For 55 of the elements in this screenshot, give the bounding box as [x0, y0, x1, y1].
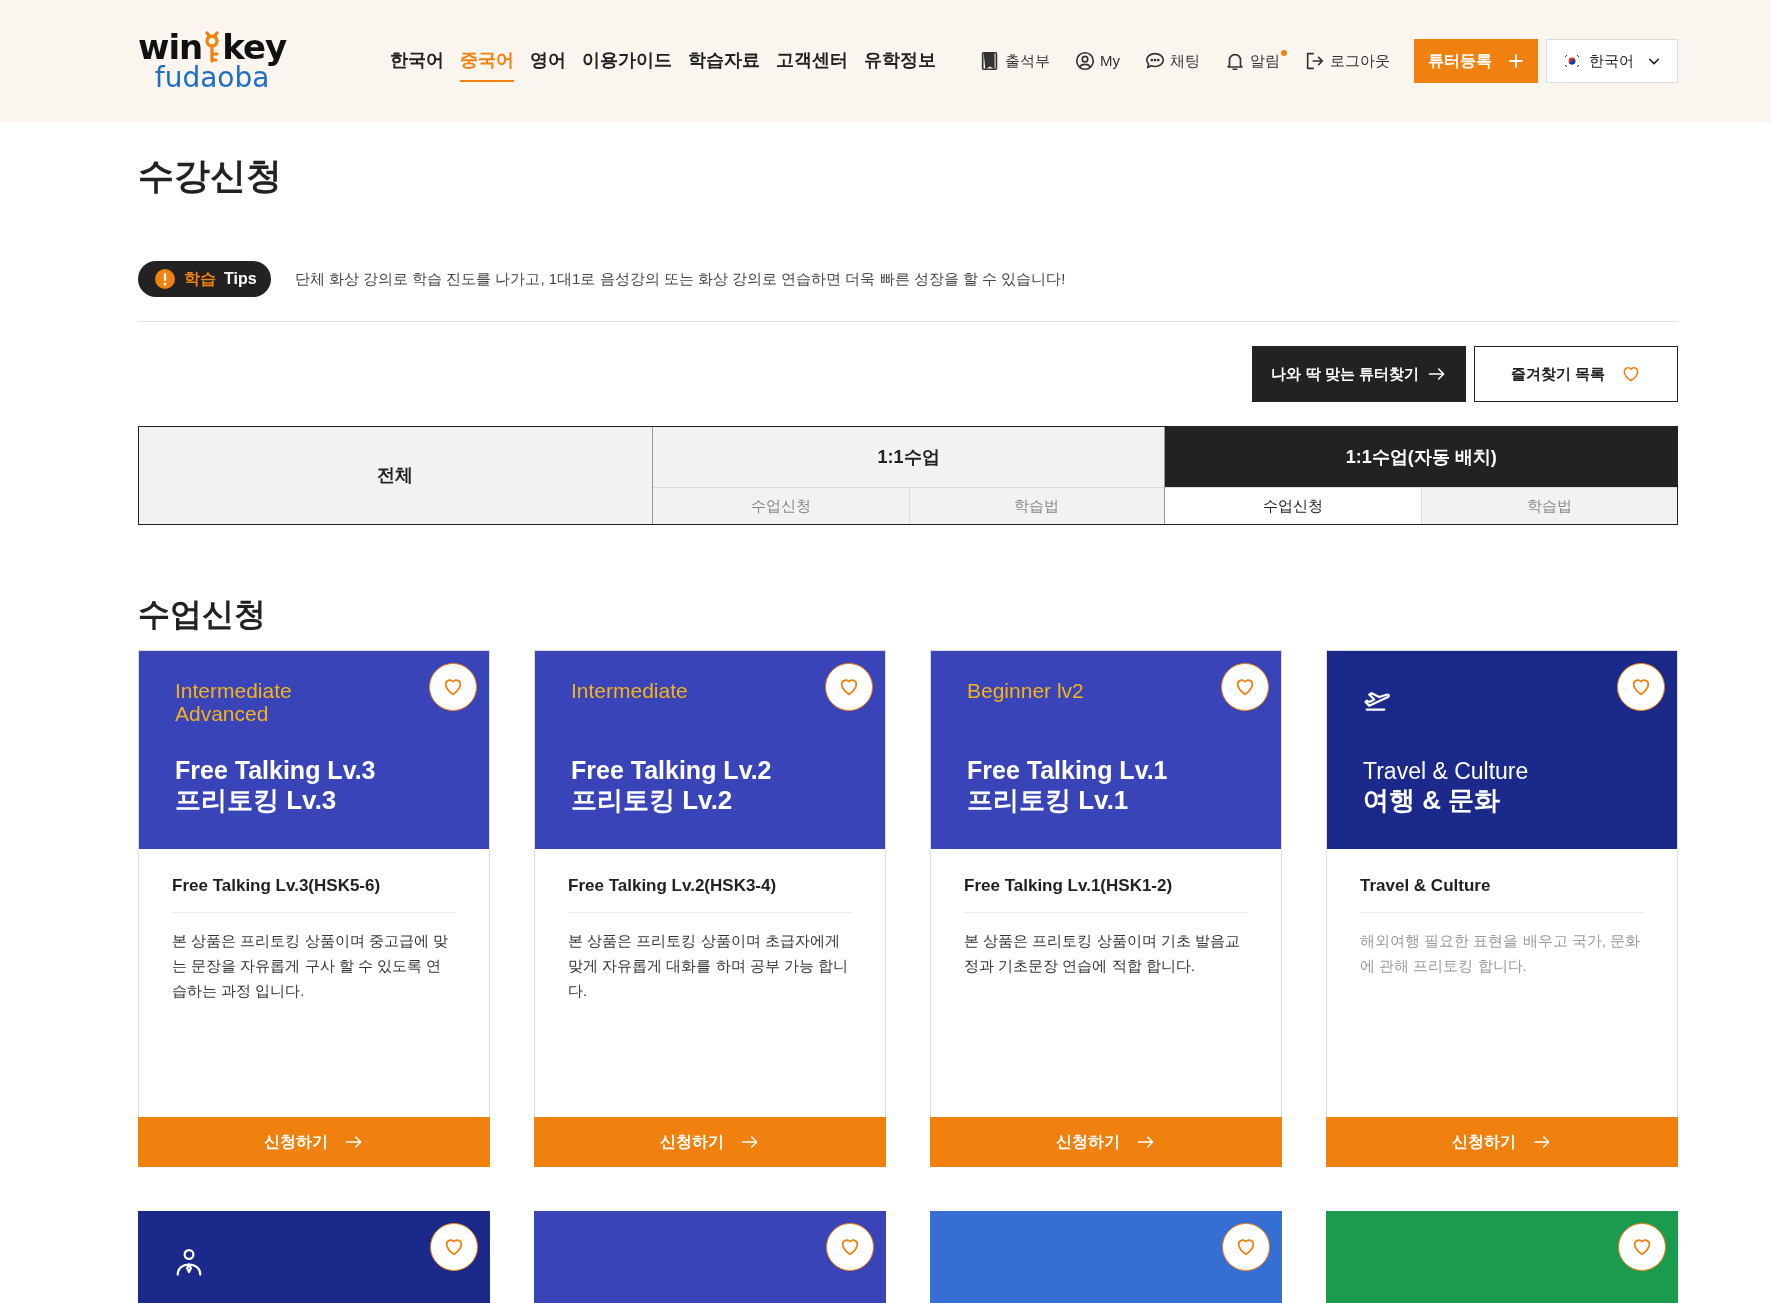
find-tutor-button[interactable]: 나와 딱 맞는 튜터찾기	[1252, 346, 1466, 403]
section-title: 수업신청	[138, 595, 267, 634]
level-label: Beginner lv2	[967, 678, 1085, 702]
favorite-button[interactable]	[1221, 662, 1269, 711]
utility-link[interactable]: My	[1074, 49, 1120, 73]
card-title: 프리토킹 Lv.3	[175, 785, 338, 817]
page-title: 수강신청	[138, 154, 283, 198]
utility-link[interactable]: 로그아웃	[1304, 49, 1390, 73]
nav-link[interactable]: 고객센터	[776, 40, 849, 82]
course-description: 본 상품은 프리토킹 상품이며 중고급에 맞는 문장을 자유롭게 구사 할 수 있도록 연습하는 과정 입니다.	[172, 931, 449, 1001]
card-title: Free Talking Lv.2	[571, 755, 772, 786]
logo-text: key	[222, 30, 287, 64]
tips-label: Tips	[224, 269, 257, 290]
card-title: 여행 & 문화	[1363, 785, 1502, 817]
tab[interactable]: 1:1수업	[652, 427, 1165, 488]
course-name: Free Talking Lv.2(HSK3-4)	[568, 872, 852, 914]
course-name: Free Talking Lv.1(HSK1-2)	[964, 872, 1248, 914]
level-label: Intermediate Advanced	[175, 678, 293, 725]
level-label: Intermediate	[571, 678, 689, 702]
tab[interactable]: 1:1수업(자동 배치)	[1165, 427, 1677, 488]
person-icon	[174, 1246, 204, 1277]
favorite-button[interactable]	[429, 662, 477, 711]
nav-link[interactable]: 학습자료	[688, 40, 761, 82]
utility-link[interactable]: 채팅	[1144, 49, 1200, 73]
course-name: Free Talking Lv.3(HSK5-6)	[172, 872, 456, 914]
nav-link[interactable]: 유학정보	[864, 40, 937, 82]
alert-icon	[154, 268, 176, 291]
favorites-button[interactable]: 즐겨찾기 목록	[1474, 346, 1678, 403]
tab[interactable]: 전체	[139, 427, 652, 525]
logo-text: win	[138, 30, 203, 64]
favorite-button[interactable]	[1617, 662, 1665, 711]
nav-link[interactable]: 한국어	[390, 40, 445, 82]
card-title: Travel & Culture	[1363, 757, 1529, 786]
language-select[interactable]: 한국어	[1546, 39, 1678, 83]
logout-icon	[1304, 50, 1326, 72]
favorite-button[interactable]	[430, 1222, 478, 1271]
course-description: 본 상품은 프리토킹 상품이며 기초 발음교정과 기초문장 연습에 적합 합니다.	[964, 931, 1241, 976]
favorite-button[interactable]	[825, 662, 873, 711]
card-title: Free Talking Lv.3	[175, 755, 376, 786]
favorite-button[interactable]	[826, 1222, 874, 1271]
card-title: 프리토킹 Lv.2	[571, 785, 734, 817]
plus-icon	[1508, 53, 1524, 69]
utility-link[interactable]: 출석부	[979, 49, 1050, 73]
tips-label: 학습	[184, 269, 216, 290]
card-title: 프리토킹 Lv.1	[967, 785, 1130, 817]
utility-link[interactable]: 알림	[1224, 49, 1280, 73]
card-title: Free Talking Lv.1	[967, 755, 1168, 786]
nav-link[interactable]: 영어	[530, 40, 567, 82]
tips-text: 단체 화상 강의로 학습 진도를 나가고, 1대1로 음성강의 또는 화상 강의로 연습하면 더욱 빠른 성장을 할 수 있습니다!	[294, 268, 1066, 289]
nav-link[interactable]: 이용가이드	[582, 40, 673, 82]
course-description: 해외여행 필요한 표현을 배우고 국가, 문화에 관해 프리토킹 합니다.	[1360, 931, 1641, 976]
user-icon	[1074, 50, 1096, 72]
course-description: 본 상품은 프리토킹 상품이며 초급자에게 맞게 자유롭게 대화를 하며 공부 가능 합니다.	[568, 931, 849, 1001]
course-name: Travel & Culture	[1360, 872, 1644, 914]
flag-icon	[1563, 54, 1581, 68]
